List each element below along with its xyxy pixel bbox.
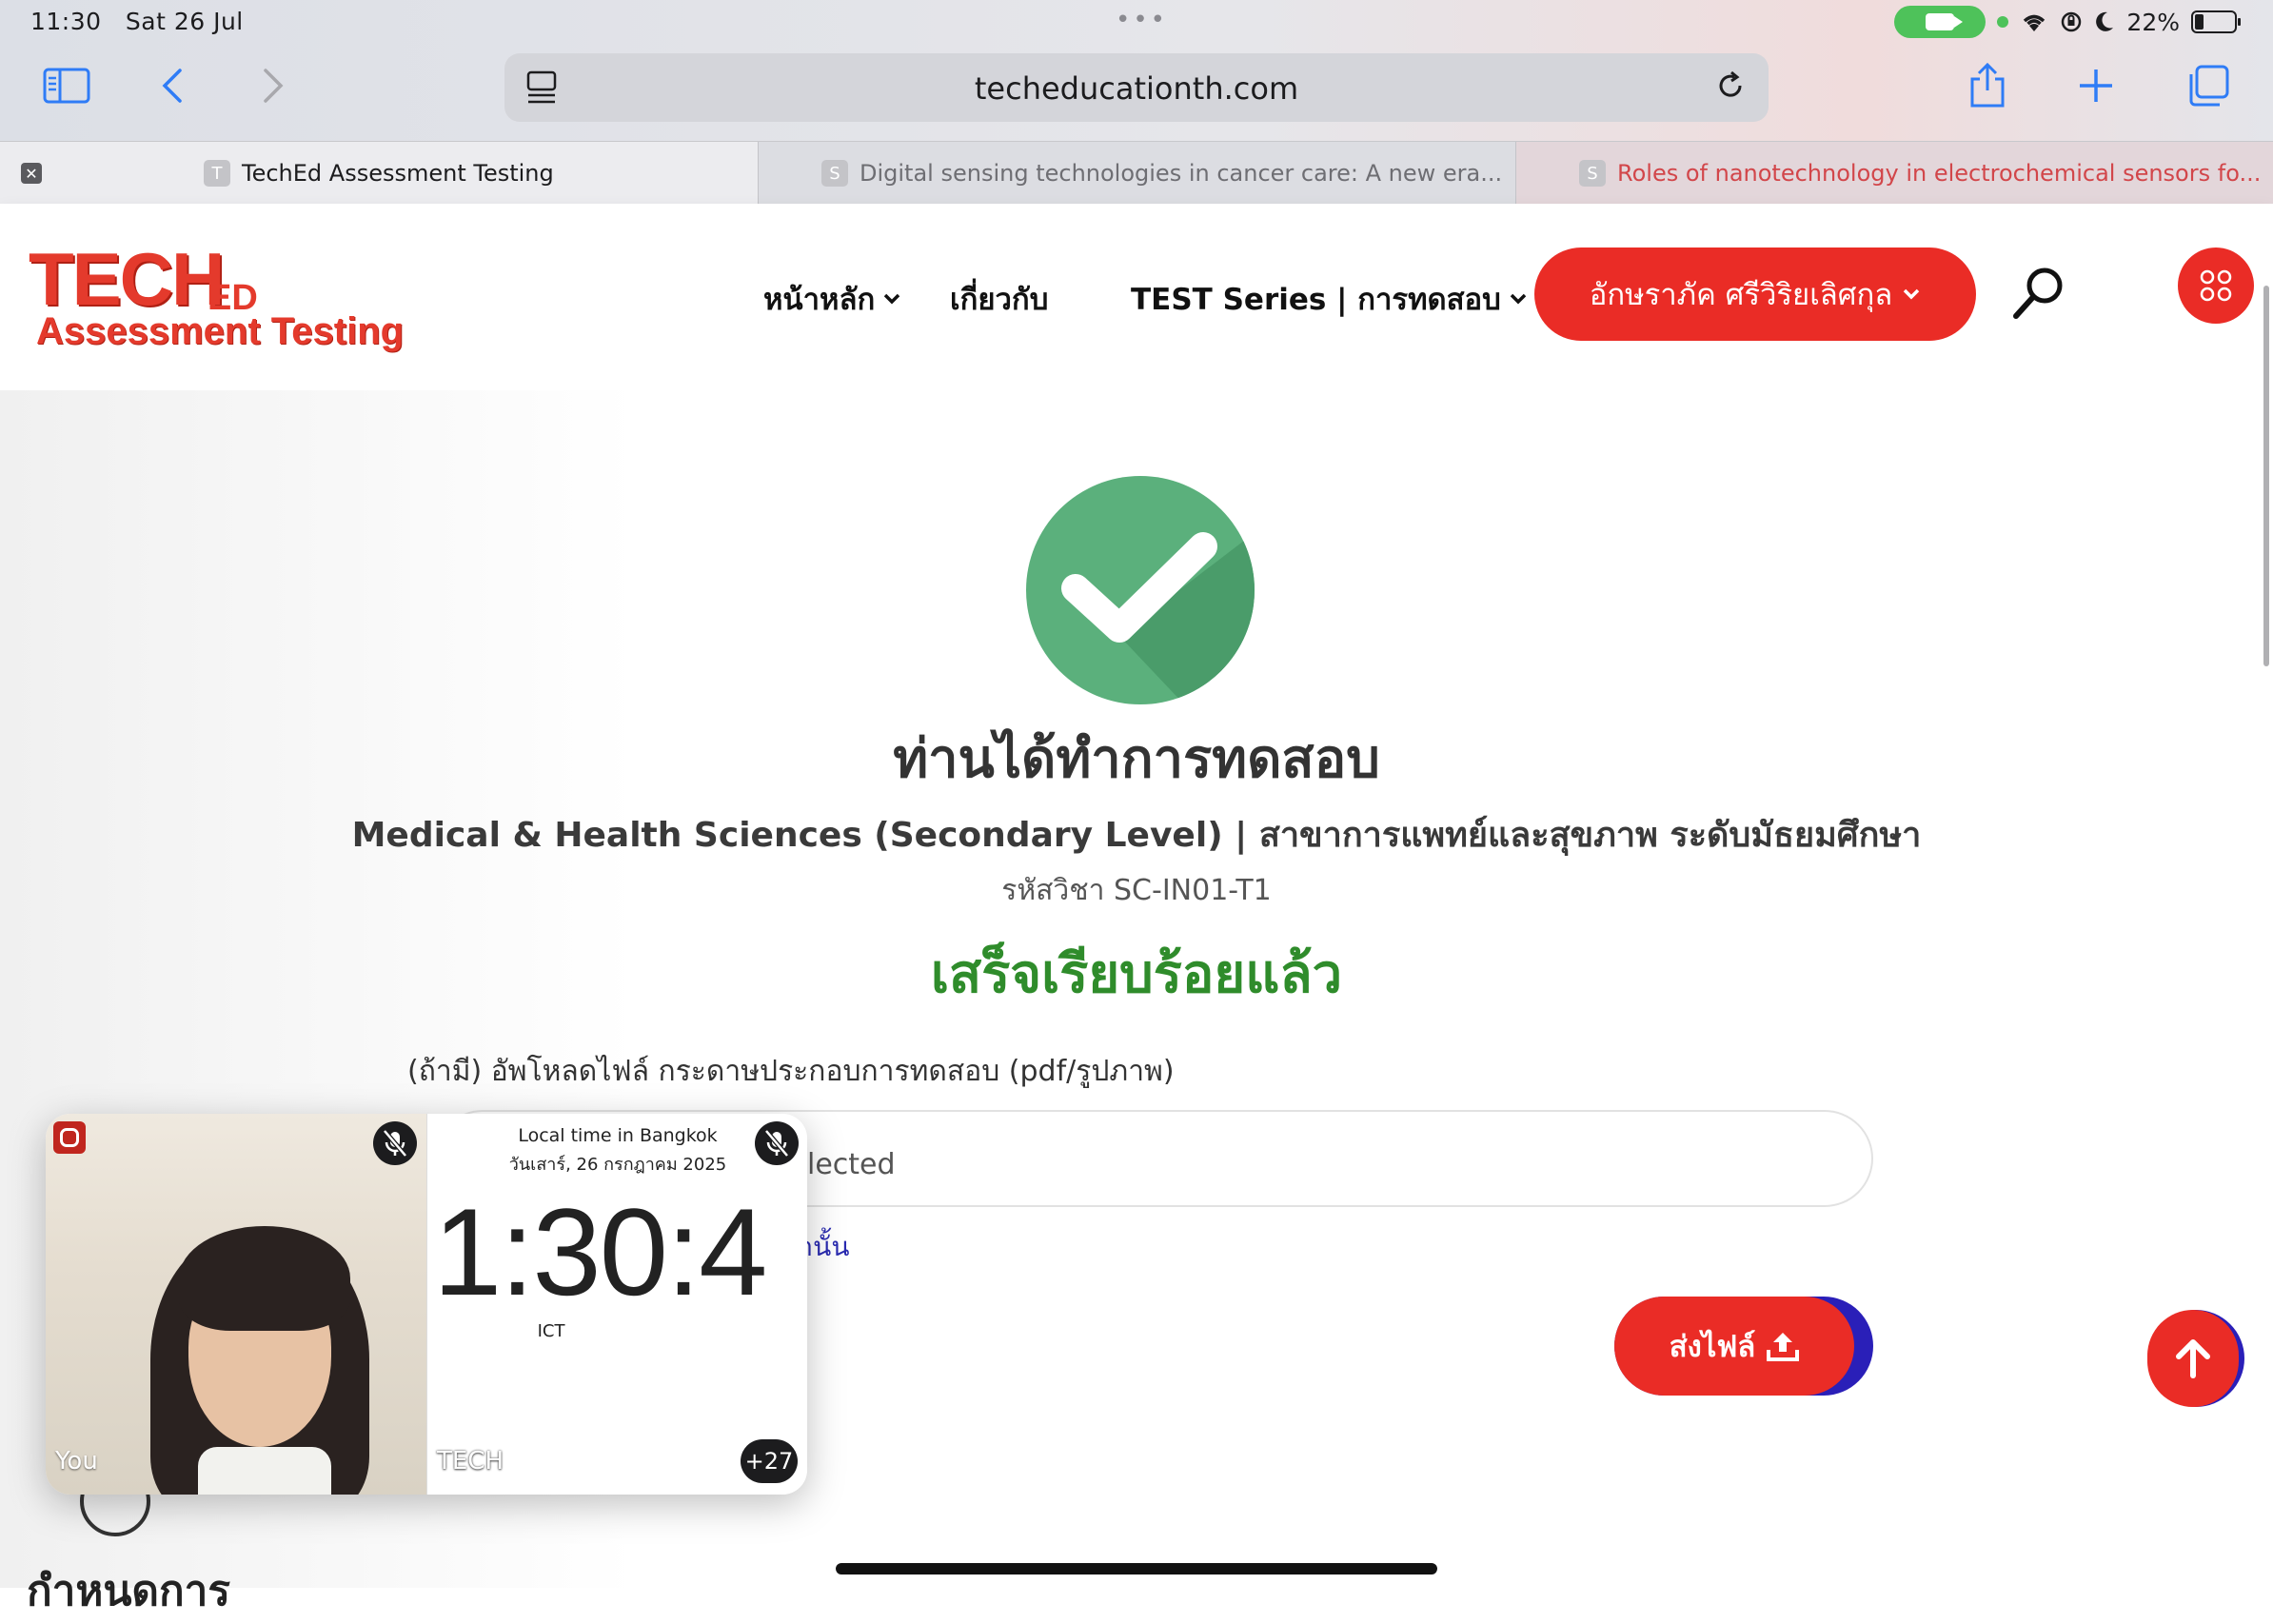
upload-label: (ถ้ามี) อัพโหลดไฟล์ กระดาษประกอบการทดสอบ… [407,1055,1175,1088]
sidebar-toggle-icon[interactable] [38,57,95,114]
arrow-up-icon [2176,1339,2210,1378]
nav-label: TEST Series | การทดสอบ [1131,283,1501,317]
chevron-down-icon [1904,288,1920,300]
caller-label: TECH [437,1447,504,1475]
logo-sub: Assessment Testing [36,310,405,352]
status-time: 11:30 Sat 26 Jul [30,8,244,35]
battery-icon [2191,10,2241,33]
tab-title: Roles of nanotechnology in electrochemic… [1617,160,2262,187]
status-complete: เสร็จเรียบร้อยแล้ว [930,943,1343,1005]
remote-screen-view: Local time in Bangkok วันเสาร์, 26 กรกฎา… [426,1114,807,1495]
apps-grid-icon[interactable] [2178,248,2254,324]
self-label: You [55,1447,98,1475]
world-clock-time: 1:30:4 [433,1182,767,1321]
person-shirt [198,1447,331,1495]
facetime-active-icon[interactable] [1894,6,1986,38]
clock-time: 11:30 [30,8,102,35]
tab-digital-sensing[interactable]: S Digital sensing technologies in cancer… [758,142,1515,205]
mic-muted-icon[interactable] [373,1121,417,1165]
search-icon[interactable] [2008,263,2069,324]
success-check-icon [1026,476,1255,704]
camera-in-use-icon [1997,16,2009,28]
facetime-pip[interactable]: You Local time in Bangkok วันเสาร์, 26 ก… [46,1114,807,1495]
address-bar[interactable]: techeducationth.com [504,53,1769,122]
reload-icon[interactable] [1711,67,1749,105]
chevron-down-icon [883,293,900,305]
local-time-label: Local time in Bangkok [518,1125,718,1146]
multitasking-dots-icon[interactable]: ••• [1116,6,1168,34]
share-icon[interactable] [1959,57,2016,114]
participant-count-badge[interactable]: +27 [741,1439,798,1483]
close-tab-icon[interactable]: ✕ [21,163,42,184]
orientation-lock-icon [2062,11,2082,32]
section-title: กำหนดการ [27,1567,230,1615]
site-header: TECH ED Assessment Testing หน้าหลัก เกี่… [0,204,2273,390]
status-icons: 22% [1894,6,2241,38]
nav-test-series[interactable]: TEST Series | การทดสอบ [1131,275,1528,323]
back-icon[interactable] [145,57,202,114]
clock-date: Sat 26 Jul [125,8,244,35]
local-date: วันเสาร์, 26 กรกฎาคม 2025 [508,1155,727,1175]
nav-about[interactable]: เกี่ยวกับ [950,275,1048,323]
favicon-icon: T [204,160,230,187]
favicon-icon: S [821,160,848,187]
upload-icon [1767,1333,1800,1361]
send-file-label: ส่งไฟล์ [1669,1330,1756,1364]
send-file-button[interactable]: ส่งไฟล์ [1614,1297,1873,1396]
chevron-down-icon [1510,293,1527,305]
home-indicator[interactable] [836,1563,1437,1574]
browser-chrome: 11:30 Sat 26 Jul ••• 22% techeducationth… [0,0,2273,205]
file-status-text: lected [807,1148,896,1181]
tab-nanotechnology[interactable]: S Roles of nanotechnology in electrochem… [1515,142,2273,205]
battery-percent: 22% [2126,8,2180,36]
page-title: ท่านได้ทำการทดสอบ [893,728,1380,790]
nav-label: เกี่ยวกับ [950,283,1049,317]
tab-bar: ✕ T TechEd Assessment Testing S Digital … [0,141,2273,205]
scroll-to-top-button[interactable] [2147,1310,2244,1407]
moon-icon [2096,11,2114,31]
record-icon[interactable] [53,1121,86,1154]
url-text: techeducationth.com [974,70,1299,107]
tab-title: Digital sensing technologies in cancer c… [860,160,1503,187]
user-name: อักษราภัค ศรีวิริยเลิศกุล [1589,278,1893,312]
person-bangs [179,1226,350,1331]
course-code: รหัสวิชา SC-IN01-T1 [1001,874,1272,907]
mic-muted-icon[interactable] [755,1121,799,1165]
forward-icon[interactable] [244,57,301,114]
tab-title: TechEd Assessment Testing [242,160,554,187]
site-logo[interactable]: TECH ED Assessment Testing [29,236,409,360]
wifi-icon [2024,14,2046,31]
nav-home[interactable]: หน้าหลัก [763,275,901,323]
tab-teched[interactable]: ✕ T TechEd Assessment Testing [0,142,758,205]
tab-overview-icon[interactable] [2180,57,2237,114]
course-name: Medical & Health Sciences (Secondary Lev… [351,816,1922,855]
new-tab-icon[interactable] [2067,57,2125,114]
self-camera-view: You [46,1114,426,1495]
nav-label: หน้าหลัก [763,283,876,317]
user-menu-button[interactable]: อักษราภัค ศรีวิริยเลิศกุล [1534,248,1976,341]
timezone-label: ICT [537,1321,565,1341]
scrollbar[interactable] [2263,286,2269,666]
favicon-icon: S [1579,160,1606,187]
